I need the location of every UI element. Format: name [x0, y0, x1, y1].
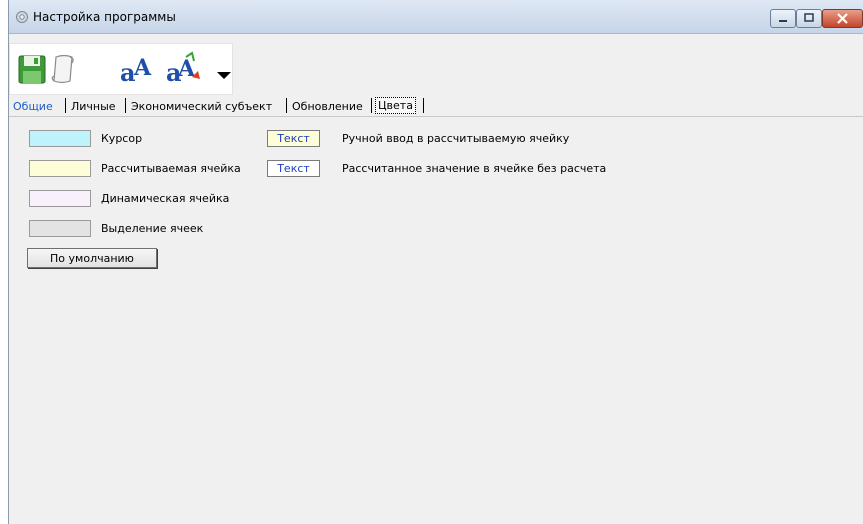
tab-separator	[371, 98, 372, 113]
calculated-value-text-sample[interactable]: Текст	[267, 160, 320, 177]
window-title: Настройка программы	[33, 10, 176, 24]
font-button[interactable]: a A	[120, 51, 154, 87]
save-button[interactable]	[18, 51, 46, 87]
maximize-button[interactable]	[796, 9, 822, 28]
calculated-cell-color-label: Рассчитываемая ячейка	[101, 162, 241, 175]
manual-input-label: Ручной ввод в рассчитываемую ячейку	[342, 132, 570, 145]
tab-separator	[125, 98, 126, 113]
font-icon: a A	[120, 55, 152, 87]
tab-personal[interactable]: Личные	[71, 99, 116, 114]
tab-economic-entity[interactable]: Экономический субъект	[131, 99, 272, 114]
close-button[interactable]	[822, 9, 863, 28]
minimize-icon	[779, 20, 787, 22]
calculated-cell-color-swatch[interactable]	[29, 160, 91, 177]
template-scroll-button[interactable]	[50, 51, 78, 87]
cell-selection-color-label: Выделение ячеек	[101, 222, 204, 235]
dynamic-cell-color-label: Динамическая ячейка	[101, 192, 230, 205]
font-color-button[interactable]: a A	[166, 51, 232, 87]
svg-text:A: A	[133, 55, 152, 81]
cell-selection-color-swatch[interactable]	[29, 220, 91, 237]
settings-window: Настройка программы a A a A Общие Личные…	[8, 0, 863, 524]
calculated-value-label: Рассчитанное значение в ячейке без расче…	[342, 162, 607, 175]
tab-general[interactable]: Общие	[13, 99, 53, 114]
cursor-color-label: Курсор	[101, 132, 143, 145]
tab-separator	[65, 98, 66, 113]
scroll-icon	[51, 54, 74, 84]
font-color-icon: a A	[166, 51, 200, 87]
default-button[interactable]: По умолчанию	[27, 248, 157, 268]
tab-separator	[423, 98, 424, 113]
settings-gear-icon	[15, 10, 29, 24]
toolbar: a A a A	[9, 43, 233, 95]
close-icon	[837, 13, 848, 24]
tab-separator	[286, 98, 287, 113]
dropdown-arrow-icon	[217, 72, 231, 79]
colors-panel: Курсор Рассчитываемая ячейка Динамическа…	[9, 117, 863, 524]
floppy-disk-icon	[18, 55, 46, 84]
minimize-button[interactable]	[770, 9, 796, 28]
cursor-color-swatch[interactable]	[29, 130, 91, 147]
dynamic-cell-color-swatch[interactable]	[29, 190, 91, 207]
tab-strip: Общие Личные Экономический субъект Обнов…	[9, 94, 863, 117]
maximize-icon	[804, 13, 814, 22]
title-bar[interactable]: Настройка программы	[9, 0, 863, 34]
manual-input-text-sample[interactable]: Текст	[267, 130, 320, 147]
tab-colors[interactable]: Цвета	[375, 97, 416, 114]
tab-update[interactable]: Обновление	[292, 99, 363, 114]
